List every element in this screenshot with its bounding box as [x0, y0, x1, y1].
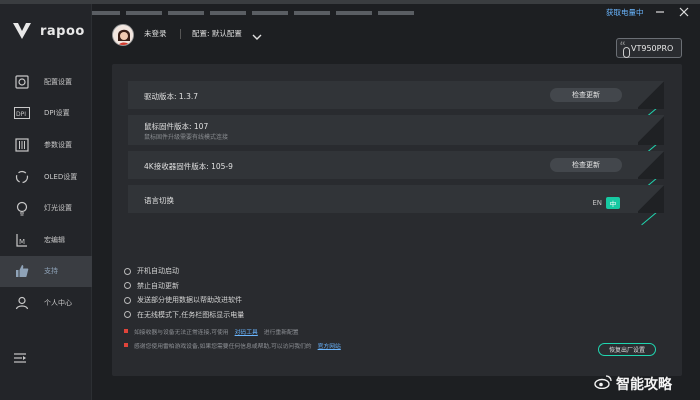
- radio-icon[interactable]: [124, 311, 131, 319]
- bullet-icon: [124, 343, 128, 347]
- note-text: 感谢您使用雷柏游戏设备,如果您需要任何信息或帮助,可以访问我们的: [134, 343, 312, 350]
- sidebar-item-profile[interactable]: 配置设置: [0, 66, 92, 98]
- brand-logo: rapoo: [12, 22, 85, 40]
- sidebar-item-label: DPI设置: [44, 109, 70, 118]
- device-badge[interactable]: 4K VT950PRO: [616, 38, 682, 58]
- sidebar-item-label: 个人中心: [44, 298, 72, 307]
- note-text: 如接收器与设备无法正常连接,可使用: [134, 329, 229, 336]
- sidebar-item-label: 宏编辑: [44, 235, 65, 244]
- sidebar-item-label: OLED设置: [44, 172, 78, 181]
- note-website: 感谢您使用雷柏游戏设备,如果您需要任何信息或帮助,可以访问我们的 官方网站: [124, 338, 341, 352]
- device-name: VT950PRO: [631, 43, 674, 53]
- option-label: 禁止自动更新: [137, 281, 179, 290]
- lang-zh-option[interactable]: 中: [606, 197, 620, 209]
- language-toggle[interactable]: EN 中: [592, 197, 620, 209]
- sidebar-item-label: 灯光设置: [44, 204, 72, 213]
- header: 未登录 配置: 默认配置 获取电量中 4K VT950PRO: [92, 4, 700, 58]
- collapse-menu-icon[interactable]: [14, 348, 26, 367]
- radio-icon[interactable]: [124, 267, 131, 275]
- bullet-icon: [124, 329, 128, 333]
- sidebar-item-user-center[interactable]: 个人中心: [0, 287, 92, 319]
- option-label: 发送部分使用数据以帮助改进软件: [137, 296, 242, 305]
- sidebar-item-macro[interactable]: M 宏编辑: [0, 224, 92, 256]
- language-label: 语言切换: [144, 196, 174, 205]
- profile-icon: [14, 74, 30, 90]
- config-select[interactable]: 配置: 默认配置: [192, 28, 242, 39]
- thumbs-up-icon: [14, 263, 30, 279]
- sidebar: rapoo 配置设置 DPI DPI设置 参数设置 OLED设置 灯光设置 M …: [0, 4, 92, 400]
- check-update-button[interactable]: 检查更新: [550, 88, 622, 102]
- mouse-firmware-version: 鼠标固件版本: 107: [144, 122, 209, 131]
- macro-icon: M: [14, 232, 30, 248]
- close-icon[interactable]: [678, 6, 690, 18]
- row-accent: [641, 209, 661, 226]
- watermark: 智能攻略: [594, 374, 672, 394]
- user-icon: [14, 295, 30, 311]
- header-divider: [180, 29, 181, 39]
- option-label: 开机自动启动: [137, 267, 179, 276]
- svg-text:DPI: DPI: [16, 111, 26, 118]
- option-label: 在无线模式下,任务栏图标显示电量: [137, 310, 245, 319]
- receiver-firmware-version: 4K接收器固件版本: 105-9: [144, 162, 233, 171]
- lang-en-option[interactable]: EN: [592, 199, 602, 207]
- sidebar-item-label: 支持: [44, 267, 58, 276]
- check-receiver-update-button[interactable]: 检查更新: [550, 158, 622, 172]
- note-pairing: 如接收器与设备无法正常连接,可使用 对码工具 进行重新配置: [124, 324, 341, 338]
- mouse-firmware-hint: 鼠标固件升级需要有线模式连接: [144, 134, 229, 141]
- battery-status-link[interactable]: 获取电量中: [606, 7, 644, 18]
- language-row: 语言切换 EN 中: [128, 185, 664, 226]
- chevron-down-icon[interactable]: [252, 26, 262, 45]
- option-tray-battery[interactable]: 在无线模式下,任务栏图标显示电量: [124, 308, 244, 323]
- sidebar-item-dpi[interactable]: DPI DPI设置: [0, 98, 92, 130]
- watermark-text: 智能攻略: [616, 377, 672, 393]
- sidebar-item-oled[interactable]: OLED设置: [0, 161, 92, 193]
- oled-icon: [14, 169, 30, 185]
- sidebar-item-label: 参数设置: [44, 140, 72, 149]
- notes: 如接收器与设备无法正常连接,可使用 对码工具 进行重新配置 感谢您使用雷柏游戏设…: [124, 324, 341, 352]
- note-text-after: 进行重新配置: [263, 329, 299, 336]
- option-disable-update[interactable]: 禁止自动更新: [124, 279, 244, 294]
- pairing-tool-link[interactable]: 对码工具: [235, 327, 258, 336]
- mouse-icon: [623, 43, 630, 62]
- sidebar-nav: 配置设置 DPI DPI设置 参数设置 OLED设置 灯光设置 M 宏编辑 支持…: [0, 66, 92, 319]
- sidebar-item-label: 配置设置: [44, 77, 72, 86]
- driver-version: 驱动版本: 1.3.7: [144, 92, 198, 101]
- bulb-icon: [14, 200, 30, 216]
- minimize-icon[interactable]: [654, 6, 666, 18]
- option-autostart[interactable]: 开机自动启动: [124, 264, 244, 279]
- svg-text:M: M: [19, 238, 25, 246]
- mouse-firmware-row: 鼠标固件版本: 107 鼠标固件升级需要有线模式连接: [128, 115, 664, 158]
- avatar[interactable]: [112, 24, 134, 46]
- brand-name: rapoo: [40, 23, 85, 39]
- driver-version-row: 驱动版本: 1.3.7 检查更新: [128, 81, 664, 122]
- dpi-icon: DPI: [14, 105, 30, 121]
- options-list: 开机自动启动 禁止自动更新 发送部分使用数据以帮助改进软件 在无线模式下,任务栏…: [124, 264, 244, 322]
- sidebar-item-parameters[interactable]: 参数设置: [0, 129, 92, 161]
- login-status[interactable]: 未登录: [144, 28, 167, 39]
- official-website-link[interactable]: 官方网站: [318, 341, 341, 350]
- option-send-usage-data[interactable]: 发送部分使用数据以帮助改进软件: [124, 293, 244, 308]
- sidebar-item-support[interactable]: 支持: [0, 255, 92, 288]
- receiver-firmware-row: 4K接收器固件版本: 105-9 检查更新: [128, 151, 664, 192]
- factory-reset-button[interactable]: 恢复出厂设置: [598, 343, 656, 356]
- radio-icon[interactable]: [124, 282, 131, 290]
- v-logo-icon: [13, 23, 31, 39]
- sidebar-item-lighting[interactable]: 灯光设置: [0, 192, 92, 224]
- parameter-icon: [14, 137, 30, 153]
- radio-icon[interactable]: [124, 296, 131, 304]
- weibo-icon: [594, 375, 612, 393]
